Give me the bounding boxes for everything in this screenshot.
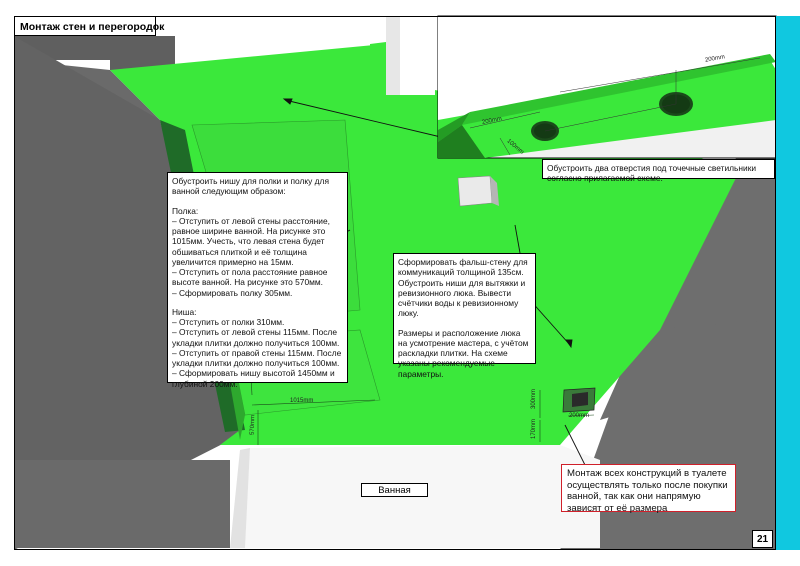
page: 200mm 200mm 100mm 1450mm 115mm 115mm 310… (0, 0, 800, 566)
note-shelf-steps: Полка: – Отступить от левой стены рассто… (172, 205, 330, 298)
note-shelf-intro: Обустроить нишу для полки и полку для ва… (172, 176, 329, 197)
dim-hatch-170: 170mm (531, 418, 538, 440)
note-warning-text: Монтаж всех конструкций в туалете осущес… (567, 468, 728, 514)
page-number: 21 (752, 530, 773, 548)
vent-box (457, 175, 493, 207)
note-warning: Монтаж всех конструкций в туалете осущес… (561, 464, 736, 514)
page-title: Монтаж стен и перегородок (14, 16, 164, 36)
dim-hatch-300: 300mm (531, 388, 538, 410)
dim-bath-1015: 1015mm (290, 398, 314, 404)
note-spotlights-text: Обустроить два отверстия под точечные св… (547, 163, 757, 184)
inset-ceiling-view (437, 15, 777, 159)
note-false-wall: Сформировать фальш-стену для коммуникаци… (393, 253, 536, 379)
note-spotlights: Обустроить два отверстия под точечные св… (542, 159, 775, 183)
note-false-wall-main: Сформировать фальш-стену для коммуникаци… (398, 257, 528, 319)
dim-hatch-200: 200mm (569, 413, 590, 419)
note-shelf-niche: Обустроить нишу для полки и полку для ва… (167, 172, 348, 389)
note-false-wall-hatch: Размеры и расположение люка на усмотрени… (398, 327, 529, 379)
accent-sidebar (776, 16, 800, 550)
dim-bath-570: 570mm (249, 414, 257, 436)
note-niche-steps: Ниша: – Отступить от полки 310мм. – Отст… (172, 306, 342, 389)
room-label-bathroom: Ванная (361, 483, 428, 497)
